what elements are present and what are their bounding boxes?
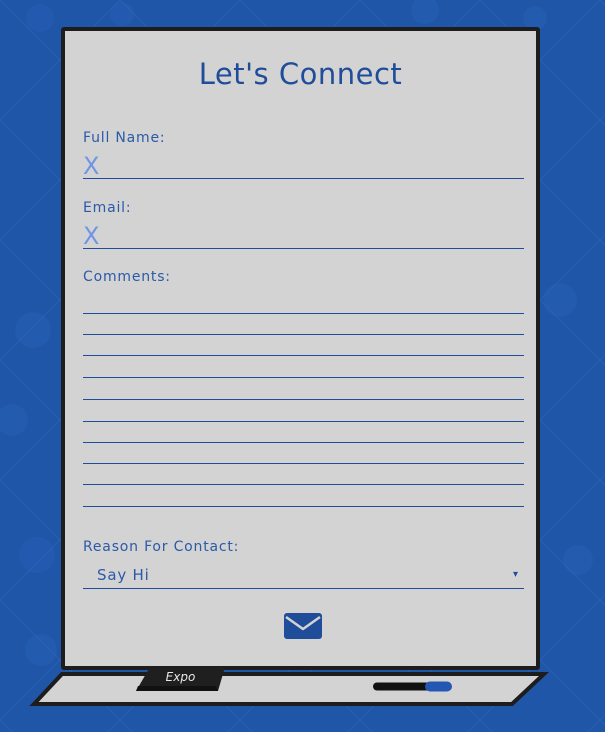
email-label: Email: — [83, 200, 132, 216]
envelope-icon — [284, 613, 322, 639]
comments-field[interactable] — [83, 288, 524, 508]
eraser: Expo — [136, 666, 225, 692]
email-field[interactable]: X — [83, 222, 524, 250]
marker-pen — [373, 681, 452, 692]
comments-line — [83, 421, 524, 422]
reason-selected-value: Say Hi — [97, 566, 150, 584]
dropdown-arrow-icon: ▾ — [512, 569, 518, 580]
full-name-label: Full Name: — [83, 130, 166, 146]
comments-line — [83, 334, 524, 335]
reason-label: Reason For Contact: — [83, 539, 240, 555]
comments-line — [83, 484, 524, 485]
page-title: Let's Connect — [198, 57, 403, 91]
reason-select[interactable]: Say Hi ▾ — [83, 563, 524, 589]
comments-line — [83, 506, 524, 507]
send-button[interactable] — [283, 611, 323, 641]
comments-line — [83, 399, 524, 400]
comments-line — [83, 463, 524, 464]
comments-line — [83, 313, 524, 314]
email-x-mark: X — [83, 222, 100, 250]
comments-line — [83, 442, 524, 443]
comments-line — [83, 355, 524, 356]
contact-form-board: Let's Connect Full Name: X Email: X Comm… — [61, 27, 540, 670]
full-name-field[interactable]: X — [83, 152, 524, 180]
comments-label: Comments: — [83, 269, 171, 285]
comments-line — [83, 377, 524, 378]
eraser-label: Expo — [165, 670, 196, 684]
full-name-x-mark: X — [83, 152, 100, 180]
